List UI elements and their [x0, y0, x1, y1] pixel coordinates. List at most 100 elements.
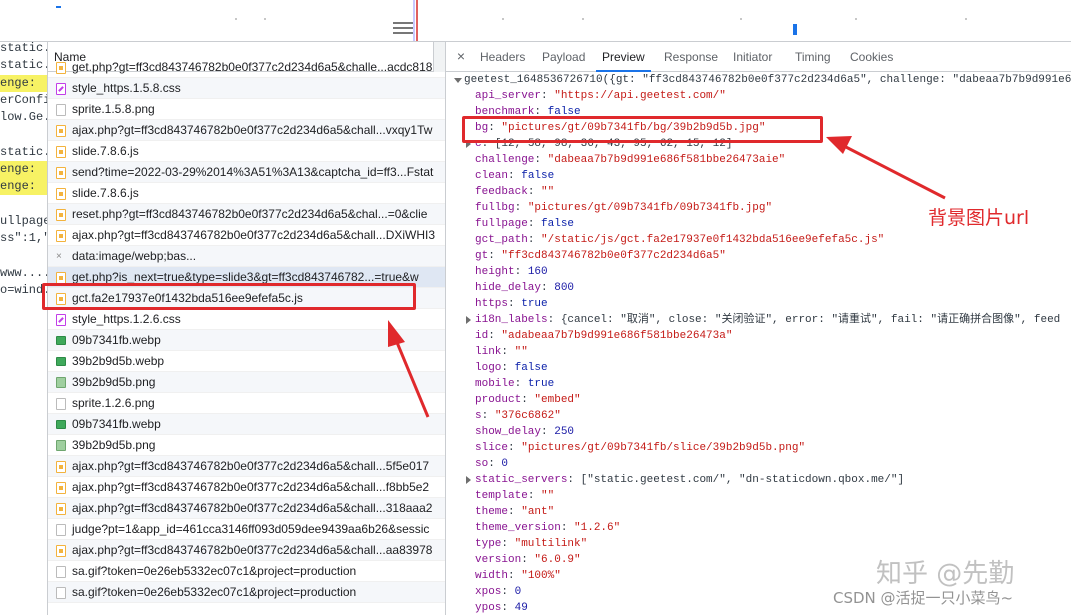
timeline-dot: [965, 18, 967, 20]
console-line: enge:: [0, 178, 47, 196]
triangle-down-icon[interactable]: [454, 78, 462, 83]
json-key: challenge: [475, 154, 535, 166]
tab-timing[interactable]: Timing: [789, 42, 837, 72]
json-colon: :: [488, 458, 502, 470]
request-name: sprite.1.2.6.png: [72, 396, 155, 410]
json-property: type: "multilink": [446, 536, 1071, 552]
json-value: "": [514, 346, 528, 358]
script-file-icon: [56, 482, 66, 494]
tab-response[interactable]: Response: [658, 42, 724, 72]
request-row[interactable]: ajax.php?gt=ff3cd843746782b0e0f377c2d234…: [48, 120, 445, 141]
json-value: ["static.geetest.com/", "dn-staticdown.q…: [580, 474, 905, 486]
request-row[interactable]: data:image/webp;bas...: [48, 246, 445, 267]
console-line: o=wind...: [0, 283, 47, 298]
close-icon[interactable]: ×: [454, 49, 468, 63]
console-line: enge:: [0, 161, 47, 179]
tab-headers[interactable]: Headers: [474, 42, 531, 72]
json-property[interactable]: static_servers: ["static.geetest.com/", …: [446, 472, 1071, 488]
request-row[interactable]: ajax.php?gt=ff3cd843746782b0e0f377c2d234…: [48, 225, 445, 246]
json-colon: :: [501, 362, 515, 374]
request-row[interactable]: 39b2b9d5b.webp: [48, 351, 445, 372]
request-row[interactable]: ajax.php?gt=ff3cd843746782b0e0f377c2d234…: [48, 456, 445, 477]
request-row[interactable]: slide.7.8.6.js: [48, 183, 445, 204]
json-property: feedback: "": [446, 184, 1071, 200]
json-key: height: [475, 266, 515, 278]
tab-cookies[interactable]: Cookies: [844, 42, 899, 72]
document-file-icon: [56, 524, 66, 536]
request-name: ajax.php?gt=ff3cd843746782b0e0f377c2d234…: [72, 228, 436, 242]
request-row[interactable]: judge?pt=1&app_id=461cca3146ff093d059dee…: [48, 519, 445, 540]
json-colon: :: [541, 90, 555, 102]
json-property: gt: "ff3cd843746782b0e0f377c2d234d6a5": [446, 248, 1071, 264]
json-key: ypos: [475, 602, 502, 614]
request-name: ajax.php?gt=ff3cd843746782b0e0f377c2d234…: [72, 459, 430, 473]
request-row[interactable]: sa.gif?token=0e26eb5332ec07c1&project=pr…: [48, 561, 445, 582]
tab-preview[interactable]: Preview: [596, 42, 651, 72]
triangle-right-icon[interactable]: [466, 476, 471, 484]
request-row[interactable]: style_https.1.2.6.css: [48, 309, 445, 330]
request-name: ajax.php?gt=ff3cd843746782b0e0f377c2d234…: [72, 123, 433, 137]
json-colon: :: [508, 170, 522, 182]
timeline-dot: [855, 18, 857, 20]
request-row[interactable]: 09b7341fb.webp: [48, 414, 445, 435]
json-colon: :: [527, 218, 542, 230]
json-colon: :: [521, 554, 535, 566]
request-row[interactable]: style_https.1.5.8.css: [48, 78, 445, 99]
timeline-dot: [740, 18, 742, 20]
request-name: sprite.1.5.8.png: [72, 102, 155, 116]
script-file-icon: [56, 125, 66, 137]
json-colon: :: [501, 346, 515, 358]
request-row[interactable]: 39b2b9d5b.png: [48, 372, 445, 393]
json-value: "https://api.geetest.com/": [554, 90, 726, 102]
highlight-box-bg: [462, 116, 823, 143]
request-name: style_https.1.5.8.css: [72, 81, 181, 95]
request-name: reset.php?gt=ff3cd843746782b0e0f377c2d23…: [72, 207, 428, 221]
request-row[interactable]: sprite.1.5.8.png: [48, 99, 445, 120]
network-overview-timeline[interactable]: [0, 0, 1071, 42]
preview-json-tree[interactable]: geetest_1648536726710({gt: "ff3cd8437467…: [446, 72, 1071, 615]
request-row[interactable]: slide.7.8.6.js: [48, 141, 445, 162]
json-key: gct_path: [475, 234, 528, 246]
json-colon: :: [514, 202, 528, 214]
request-row[interactable]: ajax.php?gt=ff3cd843746782b0e0f377c2d234…: [48, 477, 445, 498]
drag-handle-icon[interactable]: [393, 22, 413, 40]
request-row[interactable]: ajax.php?gt=ff3cd843746782b0e0f377c2d234…: [48, 498, 445, 519]
json-colon: :: [547, 314, 561, 326]
json-property: link: "": [446, 344, 1071, 360]
tab-payload[interactable]: Payload: [536, 42, 591, 72]
request-row[interactable]: get.php?gt=ff3cd843746782b0e0f377c2d234d…: [48, 57, 445, 78]
triangle-right-icon[interactable]: [466, 316, 471, 324]
request-row[interactable]: ajax.php?gt=ff3cd843746782b0e0f377c2d234…: [48, 540, 445, 561]
request-list[interactable]: get.php?gt=ff3cd843746782b0e0f377c2d234d…: [48, 57, 445, 603]
json-value: "ff3cd843746782b0e0f377c2d234d6a5": [501, 250, 726, 262]
csdn-watermark: CSDN @活捉一只小菜鸟~: [833, 589, 1014, 607]
request-row[interactable]: send?time=2022-03-29%2014%3A51%3A13&capt…: [48, 162, 445, 183]
json-property: https: true: [446, 296, 1071, 312]
annotation-label: 背景图片url: [928, 207, 1030, 229]
json-root-node[interactable]: geetest_1648536726710({gt: "ff3cd8437467…: [446, 72, 1071, 88]
request-row[interactable]: 39b2b9d5b.png: [48, 435, 445, 456]
timeline-mark: [56, 6, 61, 8]
json-colon: :: [508, 570, 522, 582]
request-row[interactable]: sa.gif?token=0e26eb5332ec07c1&project=pr…: [48, 582, 445, 603]
request-row[interactable]: sprite.1.2.6.png: [48, 393, 445, 414]
json-key: hide_delay: [475, 282, 542, 294]
json-property: slice: "pictures/gt/09b7341fb/slice/39b2…: [446, 440, 1071, 456]
json-value: "100%": [521, 570, 561, 582]
request-list-panel: Name get.php?gt=ff3cd843746782b0e0f377c2…: [48, 42, 446, 615]
json-property: template: "": [446, 488, 1071, 504]
json-key: s: [475, 410, 482, 422]
json-key: mobile: [475, 378, 515, 390]
request-name: sa.gif?token=0e26eb5332ec07c1&project=pr…: [72, 564, 357, 578]
request-row[interactable]: reset.php?gt=ff3cd843746782b0e0f377c2d23…: [48, 204, 445, 225]
json-root-text: geetest_1648536726710({gt: "ff3cd8437467…: [464, 74, 1071, 86]
request-row[interactable]: 09b7341fb.webp: [48, 330, 445, 351]
request-name: send?time=2022-03-29%2014%3A51%3A13&capt…: [72, 165, 434, 179]
tab-initiator[interactable]: Initiator: [727, 42, 778, 72]
json-value: true: [521, 298, 548, 310]
image-file-icon: [56, 357, 66, 366]
zhihu-watermark: 知乎 @先勤: [876, 559, 1015, 589]
json-property[interactable]: i18n_labels: {cancel: "取消", close: "关闭验证…: [446, 312, 1071, 328]
